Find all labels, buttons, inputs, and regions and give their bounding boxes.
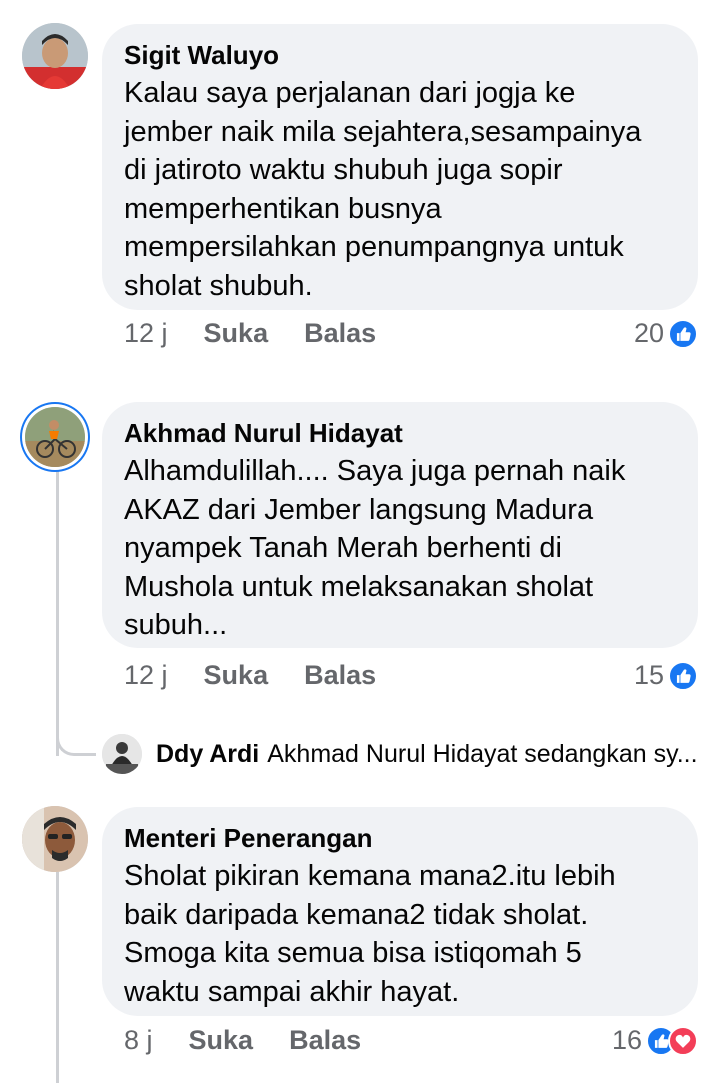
comment-author[interactable]: Menteri Penerangan: [124, 821, 676, 855]
like-button[interactable]: Suka: [204, 318, 269, 349]
comment-actions: 8 j Suka Balas: [124, 1025, 397, 1056]
thread-line: [56, 470, 59, 756]
avatar-photo-icon: [22, 23, 88, 89]
thread-line: [56, 872, 59, 1083]
comment-bubble: Akhmad Nurul Hidayat Alhamdulillah.... S…: [102, 402, 698, 648]
reply-button[interactable]: Balas: [304, 318, 376, 349]
comment-time[interactable]: 8 j: [124, 1025, 153, 1056]
comment-text: Kalau saya perjalanan dari jogja ke jemb…: [124, 77, 642, 302]
reply-preview[interactable]: Ddy Ardi Akhmad Nurul Hidayat sedangkan …: [102, 734, 698, 774]
avatar[interactable]: [22, 806, 88, 872]
comment-actions: 12 j Suka Balas: [124, 660, 412, 691]
reaction-count: 16: [611, 1025, 642, 1055]
like-icon: [668, 660, 698, 691]
reply-text: Akhmad Nurul Hidayat sedangkan sy...: [267, 739, 698, 768]
comment-bubble: Sigit Waluyo Kalau saya perjalanan dari …: [102, 24, 698, 310]
love-icon: [668, 1025, 698, 1056]
comment-text: Sholat pikiran kemana mana2.itu lebih ba…: [124, 860, 616, 1008]
reaction-count: 20: [633, 318, 664, 348]
avatar-photo-icon: [22, 806, 88, 872]
avatar[interactable]: [25, 407, 85, 467]
comment-text: Alhamdulillah.... Saya juga pernah naik …: [124, 455, 626, 641]
reaction-count: 15: [633, 660, 664, 690]
comment-time[interactable]: 12 j: [124, 318, 168, 349]
like-button[interactable]: Suka: [189, 1025, 254, 1056]
like-button[interactable]: Suka: [204, 660, 269, 691]
like-icon: [668, 318, 698, 349]
reply-avatar[interactable]: [102, 734, 142, 774]
reaction-summary[interactable]: 20: [634, 318, 698, 349]
avatar-photo-icon: [25, 407, 85, 467]
thread-connector: [56, 726, 96, 756]
reaction-summary[interactable]: 16: [612, 1025, 698, 1056]
comment-author[interactable]: Akhmad Nurul Hidayat: [124, 416, 676, 450]
comment-author[interactable]: Sigit Waluyo: [124, 38, 676, 72]
avatar-photo-icon: [102, 734, 142, 774]
comment-time[interactable]: 12 j: [124, 660, 168, 691]
comment-actions: 12 j Suka Balas: [124, 318, 412, 349]
reply-button[interactable]: Balas: [289, 1025, 361, 1056]
reaction-summary[interactable]: 15: [634, 660, 698, 691]
comment-bubble: Menteri Penerangan Sholat pikiran kemana…: [102, 807, 698, 1016]
reply-button[interactable]: Balas: [304, 660, 376, 691]
avatar[interactable]: [22, 23, 88, 89]
reply-author[interactable]: Ddy Ardi: [156, 740, 259, 769]
